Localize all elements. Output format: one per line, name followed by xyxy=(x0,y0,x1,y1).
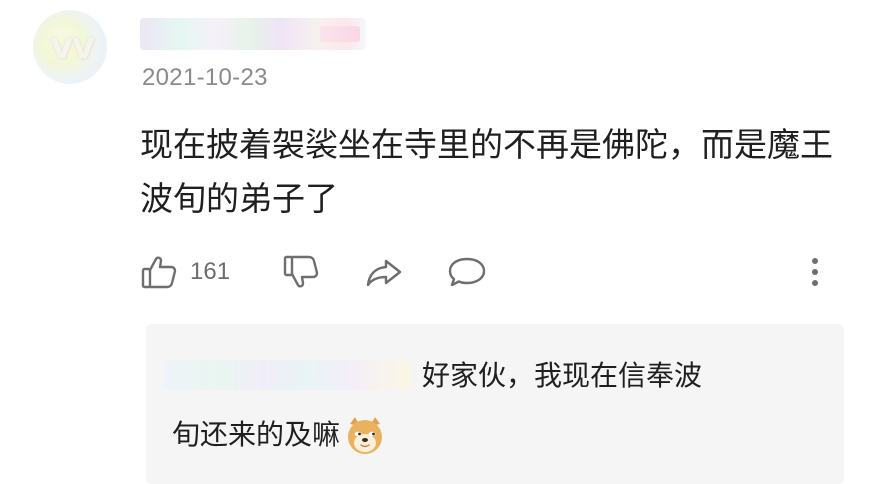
thumbs-up-icon xyxy=(141,256,177,289)
commenter-username[interactable] xyxy=(140,18,366,50)
dislike-button[interactable] xyxy=(282,250,320,294)
share-arrow-icon xyxy=(366,259,402,287)
like-count: 161 xyxy=(190,258,231,285)
more-options-button[interactable] xyxy=(808,250,822,294)
vertical-ellipsis-icon xyxy=(812,258,818,286)
like-button[interactable]: 161 xyxy=(140,250,230,294)
thumbs-down-icon xyxy=(283,255,319,288)
reply-preview[interactable]: 好家伙，我现在信奉波 旬还来的及嘛 xyxy=(146,324,844,484)
reply-text-line2: 旬还来的及嘛 xyxy=(172,418,341,451)
comment-action-bar: 161 xyxy=(140,250,840,294)
reply-button[interactable] xyxy=(446,250,488,294)
comment-date: 2021-10-23 xyxy=(142,64,268,91)
avatar-logo: VV xyxy=(51,32,95,65)
doge-emoji-icon xyxy=(348,417,383,454)
comment-text: 现在披着袈裟坐在寺里的不再是佛陀，而是魔王波旬的弟子了 xyxy=(140,125,833,218)
reply-text-line1: 好家伙，我现在信奉波 xyxy=(422,359,703,392)
share-button[interactable] xyxy=(364,250,404,294)
reply-text-line2-wrap: 旬还来的及嘛 xyxy=(172,414,386,456)
reply-author-name[interactable] xyxy=(164,360,410,390)
speech-bubble-icon xyxy=(448,257,486,287)
commenter-avatar[interactable]: VV xyxy=(33,10,107,84)
